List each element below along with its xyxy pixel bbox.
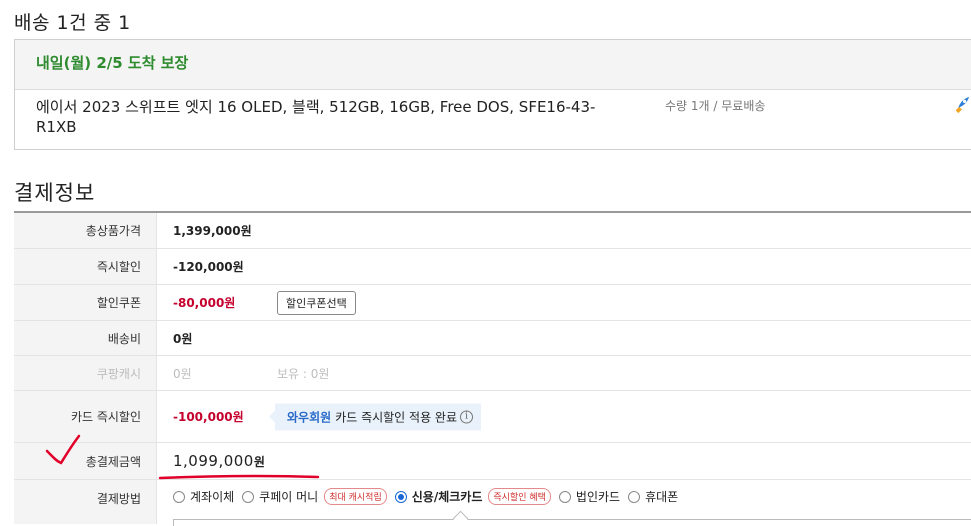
shipping-label: 배송비	[14, 321, 157, 355]
info-icon[interactable]: i	[460, 410, 474, 423]
method-label-mobile: 휴대폰	[645, 490, 679, 504]
coupon-value: -80,000원	[173, 296, 236, 310]
card-discount-value: -100,000원	[173, 410, 244, 424]
total-payment-label: 총결제금액	[14, 443, 157, 479]
payment-info-table: 총상품가격 1,399,000원 즉시할인 -120,000원 할인쿠폰 -80…	[14, 211, 971, 524]
card-discount-note: 와우회원 카드 즉시할인 적용 완료 i	[268, 403, 482, 430]
method-label-bank-transfer: 계좌이체	[190, 490, 235, 504]
product-quantity-shipping: 수량 1개 / 무료배송	[665, 99, 766, 113]
rocket-icon	[955, 96, 970, 114]
radio-mobile[interactable]	[628, 490, 641, 503]
wow-member-badge: 와우회원	[287, 410, 332, 424]
method-label-credit-card: 신용/체크카드	[411, 490, 483, 504]
delivery-box: 내일(월) 2/5 도착 보장 에이서 2023 스위프트 엣지 16 OLED…	[14, 39, 971, 150]
instant-discount-label: 즉시할인	[14, 249, 157, 284]
payment-heading: 결제정보	[14, 181, 96, 205]
coupang-cash-label: 쿠팡캐시	[14, 356, 157, 390]
delivery-date: 내일(월) 2/5 도착 보장	[36, 54, 189, 72]
delivery-date-bar: 내일(월) 2/5 도착 보장	[15, 40, 971, 90]
instant-discount-value: -120,000원	[173, 260, 244, 274]
card-discount-label: 카드 즉시할인	[14, 391, 157, 442]
method-option-credit-card[interactable]: 신용/체크카드 즉시할인 혜택	[394, 488, 551, 505]
total-price-label: 총상품가격	[14, 213, 157, 248]
cash-reward-tag: 최대 캐시적립	[324, 488, 387, 505]
row-total-payment: 총결제금액 1,099,000 원	[14, 443, 971, 480]
row-shipping: 배송비 0원	[14, 321, 971, 356]
row-card-discount: 카드 즉시할인 -100,000원 와우회원 카드 즉시할인 적용 완료 i	[14, 391, 971, 443]
radio-coupay-money[interactable]	[242, 490, 255, 503]
coupon-value-cell: -80,000원 할인쿠폰선택	[157, 285, 971, 320]
row-coupon: 할인쿠폰 -80,000원 할인쿠폰선택	[14, 285, 971, 321]
coupang-cash-value-cell: 0원 보유 : 0원	[157, 356, 971, 390]
radio-corporate-card[interactable]	[558, 490, 571, 503]
method-option-corporate-card[interactable]: 법인카드	[558, 488, 621, 505]
coupang-cash-value: 0원	[173, 366, 192, 381]
total-payment-value: 1,099,000 원	[157, 443, 971, 479]
delivery-heading: 배송 1건 중 1	[14, 12, 131, 34]
row-payment-method: 결제방법 계좌이체 쿠페이 머니 최대 캐시적립 신용/체크카드 즉시할인 혜택	[14, 480, 971, 524]
method-option-coupay-money[interactable]: 쿠페이 머니 최대 캐시적립	[242, 488, 387, 505]
payment-method-panel	[173, 519, 971, 526]
method-option-mobile[interactable]: 휴대폰	[628, 488, 678, 505]
method-label-coupay-money: 쿠페이 머니	[259, 490, 319, 504]
payment-method-options: 계좌이체 쿠페이 머니 최대 캐시적립 신용/체크카드 즉시할인 혜택 법인카드	[157, 480, 971, 524]
select-coupon-button[interactable]: 할인쿠폰선택	[277, 290, 356, 315]
radio-bank-transfer[interactable]	[173, 490, 185, 503]
shipping-value: 0원	[173, 331, 193, 346]
row-total-price: 총상품가격 1,399,000원	[14, 213, 971, 249]
total-payment-unit: 원	[253, 454, 265, 469]
total-payment-amount: 1,099,000	[173, 452, 254, 470]
method-label-corporate-card: 법인카드	[575, 490, 621, 504]
radio-credit-card[interactable]	[394, 490, 407, 503]
payment-method-label: 결제방법	[14, 480, 157, 524]
card-discount-value-cell: -100,000원 와우회원 카드 즉시할인 적용 완료 i	[157, 391, 971, 442]
card-discount-note-text: 카드 즉시할인 적용 완료	[335, 410, 458, 424]
instant-discount-tag: 즉시할인 혜택	[488, 488, 551, 505]
product-name: 에이서 2023 스위프트 엣지 16 OLED, 블랙, 512GB, 16G…	[36, 98, 596, 136]
row-instant-discount: 즉시할인 -120,000원	[14, 249, 971, 285]
coupang-cash-hold: 보유 : 0원	[277, 366, 330, 381]
total-price-value: 1,399,000원	[173, 224, 252, 238]
row-coupang-cash: 쿠팡캐시 0원 보유 : 0원	[14, 356, 971, 391]
product-row: 에이서 2023 스위프트 엣지 16 OLED, 블랙, 512GB, 16G…	[15, 90, 971, 137]
coupon-label: 할인쿠폰	[14, 285, 157, 320]
method-option-bank-transfer[interactable]: 계좌이체	[173, 488, 234, 505]
